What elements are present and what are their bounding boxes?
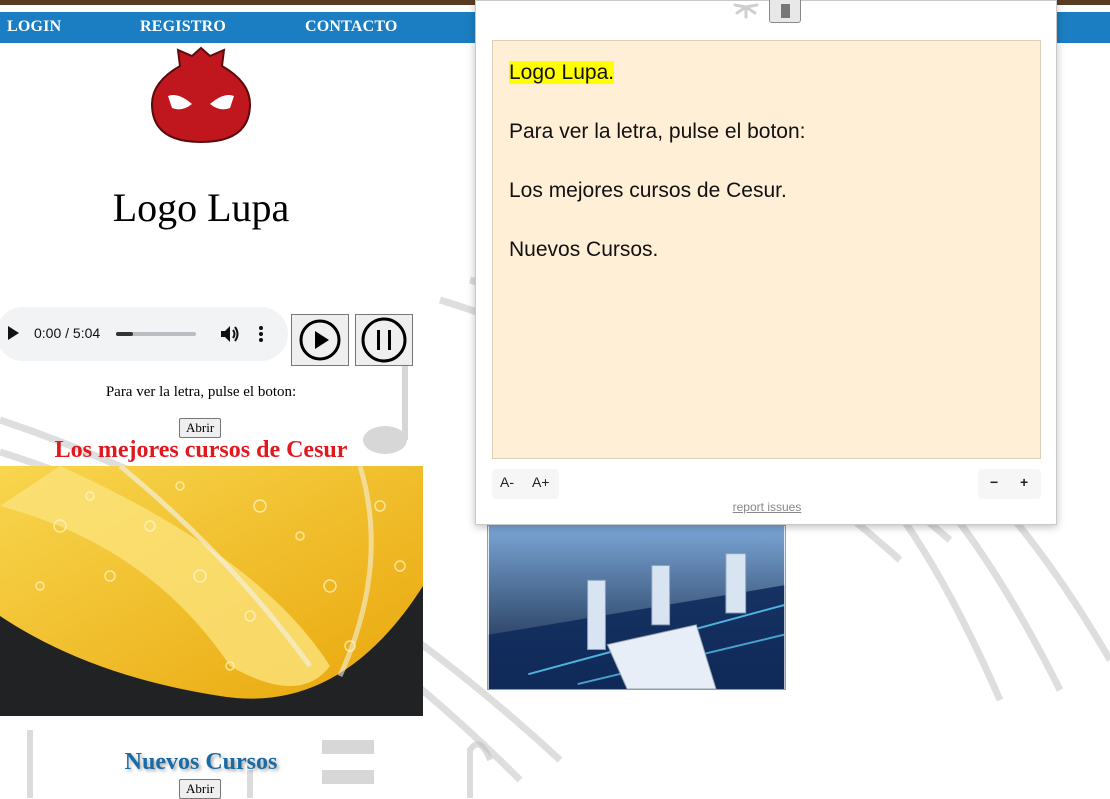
font-decrease-button[interactable]: A- bbox=[500, 474, 514, 490]
font-increase-button[interactable]: A+ bbox=[532, 474, 550, 490]
play-button[interactable] bbox=[291, 314, 349, 366]
zoom-controls: − + bbox=[978, 469, 1041, 499]
audio-seek-bar[interactable] bbox=[116, 332, 196, 336]
loading-spinner-icon bbox=[733, 3, 759, 19]
reader-line: Nuevos Cursos. bbox=[509, 238, 659, 261]
reader-text-panel: Logo Lupa. Para ver la letra, pulse el b… bbox=[492, 40, 1041, 459]
nav-registro[interactable]: REGISTRO bbox=[140, 18, 226, 36]
more-options-icon[interactable] bbox=[258, 325, 264, 343]
zoom-out-button[interactable]: − bbox=[990, 474, 998, 490]
nav-contacto[interactable]: CONTACTO bbox=[305, 18, 398, 36]
abrir-button-2[interactable]: Abrir bbox=[179, 779, 222, 799]
audio-seek-progress bbox=[116, 332, 133, 336]
audio-play-icon[interactable] bbox=[8, 326, 19, 340]
play-circle-icon bbox=[299, 319, 341, 361]
courses-image bbox=[487, 525, 786, 690]
font-size-controls: A- A+ bbox=[492, 469, 559, 499]
lemon-image bbox=[0, 466, 423, 716]
reader-line: Para ver la letra, pulse el boton: bbox=[509, 120, 806, 143]
audio-player[interactable]: 0:00 / 5:04 bbox=[0, 307, 288, 361]
courses-heading: Los mejores cursos de Cesur bbox=[54, 437, 348, 463]
pause-button[interactable] bbox=[355, 314, 413, 366]
volume-icon[interactable] bbox=[220, 325, 240, 343]
report-issues-link[interactable]: report issues bbox=[476, 500, 1058, 514]
stop-icon bbox=[781, 4, 790, 18]
new-courses-heading: Nuevos Cursos bbox=[124, 749, 278, 775]
stop-button[interactable] bbox=[769, 0, 801, 23]
reader-line: Los mejores cursos de Cesur. bbox=[509, 179, 787, 202]
audio-time: 0:00 / 5:04 bbox=[34, 325, 101, 341]
red-mask-logo bbox=[150, 46, 252, 144]
nav-login[interactable]: LOGIN bbox=[7, 18, 61, 36]
abrir-button[interactable]: Abrir bbox=[179, 418, 222, 438]
pause-circle-icon bbox=[361, 317, 407, 363]
page-title: Logo Lupa bbox=[112, 185, 290, 230]
text-reader-popup: Logo Lupa. Para ver la letra, pulse el b… bbox=[475, 0, 1057, 525]
lyrics-hint: Para ver la letra, pulse el boton: bbox=[105, 384, 297, 400]
zoom-in-button[interactable]: + bbox=[1020, 474, 1028, 490]
reader-line-highlighted: Logo Lupa. bbox=[509, 61, 615, 84]
